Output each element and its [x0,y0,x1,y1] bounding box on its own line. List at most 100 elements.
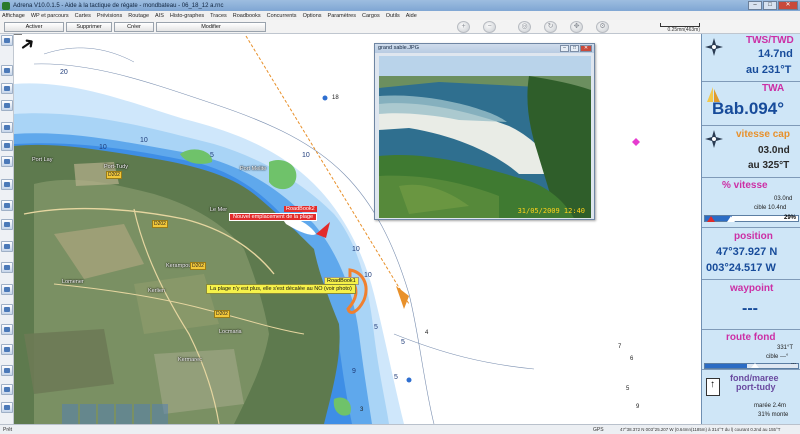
route-fond-instrument[interactable]: route fond 331°T cible ---° --- [702,330,800,370]
photo-timestamp: 31/05/2009 12:40 [517,207,585,215]
maximize-button[interactable]: □ [763,1,777,10]
menu-parametres[interactable]: Paramètres [328,13,356,19]
chart-map[interactable]: ➜ 20 18 10 10 10 5 10 10 5 5 4 5 7 6 5 9… [14,34,701,424]
rotate-icon[interactable]: ↻ [544,21,557,33]
menu-options[interactable]: Options [303,13,322,19]
place-label: Lomener [62,279,84,285]
waypoint-value: --- [742,300,758,317]
thumbnail[interactable] [62,404,78,424]
menu-histo-graphes[interactable]: Histo-graphes [170,13,204,19]
menu-ais[interactable]: AIS [155,13,164,19]
menu-routage[interactable]: Routage [128,13,149,19]
tool-select-icon[interactable] [1,35,13,46]
tool-print-icon[interactable] [1,402,13,413]
tool-laylines-icon[interactable] [1,304,13,315]
menu-roadbooks[interactable]: Roadbooks [233,13,261,19]
gps-status: GPS [593,427,604,433]
menu-concurrents[interactable]: Concurrents [267,13,297,19]
route-fond-extra: --- [791,361,796,367]
tool-route-icon[interactable] [1,83,13,94]
waypoint-label: waypoint [730,283,774,294]
zoom-out-icon[interactable]: − [483,21,496,33]
close-button[interactable]: ✕ [778,1,798,10]
depth-sounding: 4 [425,330,429,336]
position-instrument[interactable]: position 47°37.927 N 003°24.517 W [702,228,800,280]
tool-current-icon[interactable] [1,262,13,273]
photo-viewer-window[interactable]: grand sable.JPG – □ ✕ 31/05/2009 12:40 [374,43,595,220]
status-text: Prêt [3,427,13,433]
menu-cartes[interactable]: Cartes [75,13,91,19]
waypoint-instrument[interactable]: waypoint --- [702,280,800,330]
app-icon [2,1,10,10]
place-label: Port Melite [240,166,267,172]
roadbook2-note[interactable]: Nouvel emplacement de la plage [229,213,318,221]
tide-height: marée 2.4m [754,403,787,409]
thumbnail[interactable] [152,404,168,424]
tws-label: TWS/TWD [746,35,794,46]
thumbnail[interactable] [116,404,132,424]
position-label: position [734,231,773,242]
window-title: Adrena V10.0.1.5 - Aide à la tactique de… [13,2,224,9]
roadbook1-note[interactable]: La plage n'y est plus, elle s'est décalé… [206,284,356,294]
pan-icon[interactable]: ✥ [570,21,583,33]
roadbook2-header[interactable]: RoadBook2 [284,206,317,212]
tool-zoom-out-icon[interactable] [1,384,13,395]
tide-port: port-tudy [736,382,776,392]
place-label: Port-Tudy [104,164,128,170]
tool-waypoint-icon[interactable] [1,65,13,76]
depth-sounding: 9 [636,404,640,410]
route-fond-marker [751,363,759,368]
menu-outils[interactable]: Outils [386,13,400,19]
tool-polar-icon[interactable] [1,156,13,167]
menu-affichage[interactable]: Affichage [2,13,25,19]
zoom-in-icon[interactable]: + [457,21,470,33]
photo-close-button[interactable]: ✕ [580,45,592,52]
photo-minimize-button[interactable]: – [560,45,569,52]
twa-instrument[interactable]: TWA Bab.094° [702,82,800,126]
app-window: Adrena V10.0.1.5 - Aide à la tactique de… [0,0,800,434]
menu-cargos[interactable]: Cargos [362,13,380,19]
depth-sounding: 10 [302,152,310,159]
place-label: Kerlien [148,288,166,294]
activer-button[interactable]: Activer [4,22,64,32]
tool-tide-icon[interactable] [1,241,13,252]
depth-sounding: 6 [630,356,634,362]
pct-marker-red [707,216,715,222]
pct-vitesse-label: % vitesse [722,180,768,191]
route-fond-value: 331°T [777,345,794,351]
photo-title-bar[interactable]: grand sable.JPG – □ ✕ [375,44,594,53]
tool-zoom-in-icon[interactable] [1,365,13,376]
menu-traces[interactable]: Traces [210,13,227,19]
modifier-button[interactable]: Modifier [156,22,266,32]
creer-button[interactable]: Créer [114,22,154,32]
tide-instrument[interactable]: fond/maree port-tudy ↑ marée 2.4m 31% mo… [702,370,800,424]
tool-layers-icon[interactable] [1,122,13,133]
tool-mail-icon[interactable] [1,100,13,111]
tool-roadbook-icon[interactable] [1,324,13,335]
tws-twd-instrument[interactable]: TWS/TWD 14.7nd au 231°T [702,34,800,82]
menu-aide[interactable]: Aide [406,13,417,19]
minimize-button[interactable]: – [748,1,762,10]
photo-maximize-button[interactable]: □ [570,45,579,52]
tool-track-icon[interactable] [1,179,13,190]
heading-compass-icon [705,130,723,148]
pct-vitesse-instrument[interactable]: % vitesse 03.0nd cible 10.4nd 29% [702,178,800,228]
thumbnail[interactable] [98,404,114,424]
status-bar: Prêt GPS 47°38.372 N 003°25.207 W (0.64m… [0,424,800,434]
tool-measure-icon[interactable] [1,344,13,355]
thumbnail[interactable] [80,404,96,424]
thumbnail[interactable] [134,404,150,424]
settings-icon[interactable]: ⚙ [596,21,609,33]
tool-race-icon[interactable] [1,200,13,211]
depth-sounding: 9 [352,368,356,375]
map-graphics [14,34,640,424]
center-boat-icon[interactable]: ◎ [518,21,531,33]
supprimer-button[interactable]: Supprimer [66,22,112,32]
tool-weather-icon[interactable] [1,284,13,295]
vitesse-cap-direction: au 325°T [748,160,790,171]
vitesse-cap-instrument[interactable]: vitesse cap 03.0nd au 325°T [702,126,800,178]
menu-wp-parcours[interactable]: WP et parcours [31,13,69,19]
menu-previsions[interactable]: Prévisions [97,13,122,19]
tool-ais-icon[interactable] [1,219,13,230]
tool-grib-icon[interactable] [1,140,13,151]
